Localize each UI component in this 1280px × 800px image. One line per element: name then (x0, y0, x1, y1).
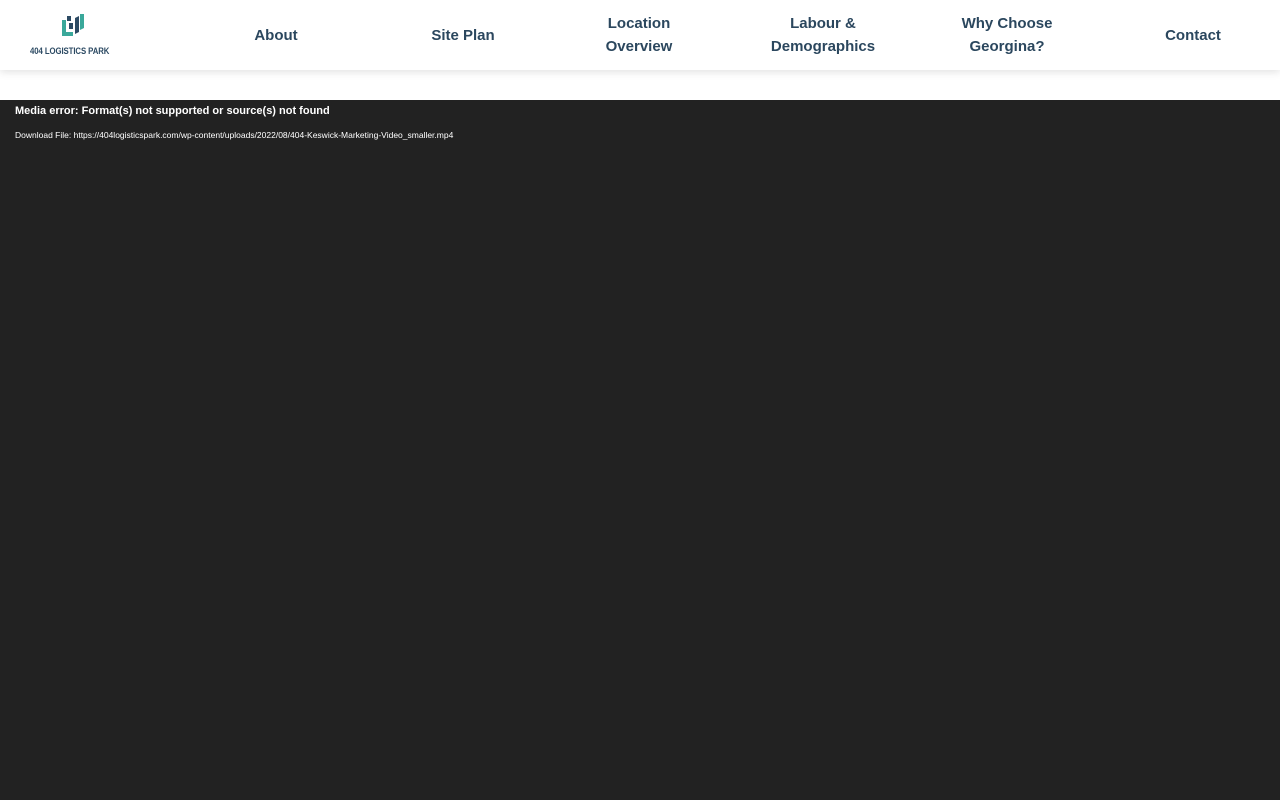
download-file-line: Download File: https://404logisticspark.… (15, 130, 453, 140)
nav-why-choose-georgina-line-2: Georgina? (969, 38, 1045, 55)
nav-site-plan[interactable]: Site Plan (408, 0, 518, 70)
nav-contact[interactable]: Contact (1148, 0, 1238, 70)
nav-about-label: About (254, 26, 298, 44)
nav-labour-demographics[interactable]: Labour & Demographics (758, 0, 888, 70)
nav-labour-demographics-line-2: Demographics (770, 38, 876, 55)
site-logo[interactable]: 404 LOGISTICS PARK (30, 12, 120, 62)
nav-contact-label: Contact (1165, 26, 1221, 44)
download-file-link[interactable]: https://404logisticspark.com/wp-content/… (74, 130, 454, 140)
logo-mark-icon (62, 14, 84, 36)
nav-location-overview[interactable]: Location Overview (584, 0, 694, 70)
nav-why-choose-georgina[interactable]: Why Choose Georgina? (946, 0, 1068, 70)
media-error-message: Media error: Format(s) not supported or … (15, 105, 330, 117)
download-file-label: Download File: (15, 130, 72, 140)
nav-labour-demographics-line-1: Labour & (790, 15, 856, 32)
nav-why-choose-georgina-line-1: Why Choose (961, 15, 1053, 32)
video-player[interactable]: Media error: Format(s) not supported or … (0, 100, 1280, 800)
nav-location-overview-line-1: Location (607, 15, 671, 32)
site-header: 404 LOGISTICS PARK About Site Plan Locat… (0, 0, 1280, 70)
nav-about[interactable]: About (226, 0, 326, 70)
nav-site-plan-label: Site Plan (431, 26, 495, 44)
logo-text: 404 LOGISTICS PARK (30, 46, 110, 57)
nav-location-overview-line-2: Overview (605, 38, 673, 55)
